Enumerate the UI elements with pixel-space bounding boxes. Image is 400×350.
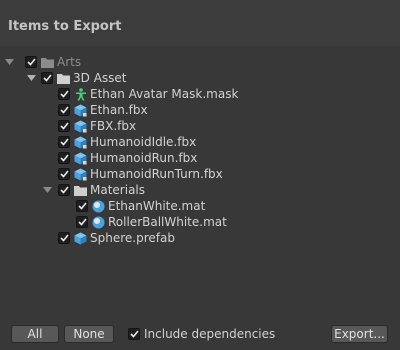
tree-item-label: HumanoidIdle.fbx bbox=[90, 135, 197, 149]
material-sphere-icon bbox=[92, 216, 105, 229]
item-checkbox[interactable] bbox=[58, 232, 70, 244]
window-header: Items to Export bbox=[0, 0, 400, 46]
tree-item-sphere-prefab[interactable]: Sphere.prefab bbox=[0, 230, 400, 246]
item-checkbox[interactable] bbox=[58, 136, 70, 148]
avatar-mask-icon bbox=[74, 87, 87, 101]
item-checkbox[interactable] bbox=[58, 88, 70, 100]
prefab-cube-icon bbox=[74, 168, 87, 181]
tree-item-humanoid-idle[interactable]: HumanoidIdle.fbx bbox=[0, 134, 400, 150]
header-title: Items to Export bbox=[8, 19, 122, 34]
item-checkbox[interactable] bbox=[25, 56, 37, 68]
tree-item-materials[interactable]: Materials bbox=[0, 182, 400, 198]
tree-item-ethan-fbx[interactable]: Ethan.fbx bbox=[0, 102, 400, 118]
folder-icon bbox=[41, 56, 54, 69]
tree-item-label: 3D Asset bbox=[73, 71, 127, 85]
include-dependencies-checkbox[interactable] bbox=[128, 328, 140, 340]
items-tree: Arts 3D Asset Ethan Avatar Mask.mask Eth… bbox=[0, 52, 400, 312]
tree-item-ethan-avatar-mask[interactable]: Ethan Avatar Mask.mask bbox=[0, 86, 400, 102]
footer-toolbar: All None Include dependencies Export... bbox=[0, 316, 400, 350]
item-checkbox[interactable] bbox=[76, 200, 88, 212]
export-button[interactable]: Export... bbox=[331, 325, 388, 343]
item-checkbox[interactable] bbox=[58, 120, 70, 132]
select-all-button[interactable]: All bbox=[11, 325, 59, 343]
item-checkbox[interactable] bbox=[76, 216, 88, 228]
tree-item-humanoid-run[interactable]: HumanoidRun.fbx bbox=[0, 150, 400, 166]
tree-item-humanoid-run-turn[interactable]: HumanoidRunTurn.fbx bbox=[0, 166, 400, 182]
tree-item-label: Ethan Avatar Mask.mask bbox=[90, 87, 239, 101]
include-dependencies-label: Include dependencies bbox=[144, 327, 276, 341]
item-checkbox[interactable] bbox=[58, 184, 70, 196]
prefab-cube-icon bbox=[74, 232, 87, 245]
tree-item-fbx-fbx[interactable]: FBX.fbx bbox=[0, 118, 400, 134]
tree-item-label: RollerBallWhite.mat bbox=[108, 215, 227, 229]
item-checkbox[interactable] bbox=[58, 104, 70, 116]
tree-item-label: HumanoidRun.fbx bbox=[90, 151, 198, 165]
foldout-arrow-icon[interactable] bbox=[26, 70, 37, 86]
item-checkbox[interactable] bbox=[58, 152, 70, 164]
include-dependencies-toggle[interactable]: Include dependencies bbox=[128, 326, 275, 342]
tree-item-rollerball-white-mat[interactable]: RollerBallWhite.mat bbox=[0, 214, 400, 230]
prefab-cube-icon bbox=[74, 152, 87, 165]
tree-item-label: EthanWhite.mat bbox=[108, 199, 206, 213]
prefab-cube-icon bbox=[74, 136, 87, 149]
foldout-arrow-icon[interactable] bbox=[4, 54, 15, 70]
folder-icon bbox=[74, 184, 87, 197]
tree-item-label: Arts bbox=[57, 55, 82, 69]
foldout-arrow-icon[interactable] bbox=[42, 182, 53, 198]
tree-item-label: Materials bbox=[90, 183, 146, 197]
prefab-cube-icon bbox=[74, 104, 87, 117]
tree-item-3d-asset[interactable]: 3D Asset bbox=[0, 70, 400, 86]
prefab-cube-icon bbox=[74, 120, 87, 133]
tree-item-label: FBX.fbx bbox=[90, 119, 137, 133]
item-checkbox[interactable] bbox=[58, 168, 70, 180]
select-none-button[interactable]: None bbox=[64, 325, 114, 343]
tree-item-ethan-white-mat[interactable]: EthanWhite.mat bbox=[0, 198, 400, 214]
material-sphere-icon bbox=[92, 200, 105, 213]
tree-item-label: HumanoidRunTurn.fbx bbox=[90, 167, 223, 181]
item-checkbox[interactable] bbox=[41, 72, 53, 84]
tree-item-label: Sphere.prefab bbox=[90, 231, 175, 245]
tree-item-arts[interactable]: Arts bbox=[0, 54, 400, 70]
folder-icon bbox=[57, 72, 70, 85]
tree-item-label: Ethan.fbx bbox=[90, 103, 148, 117]
